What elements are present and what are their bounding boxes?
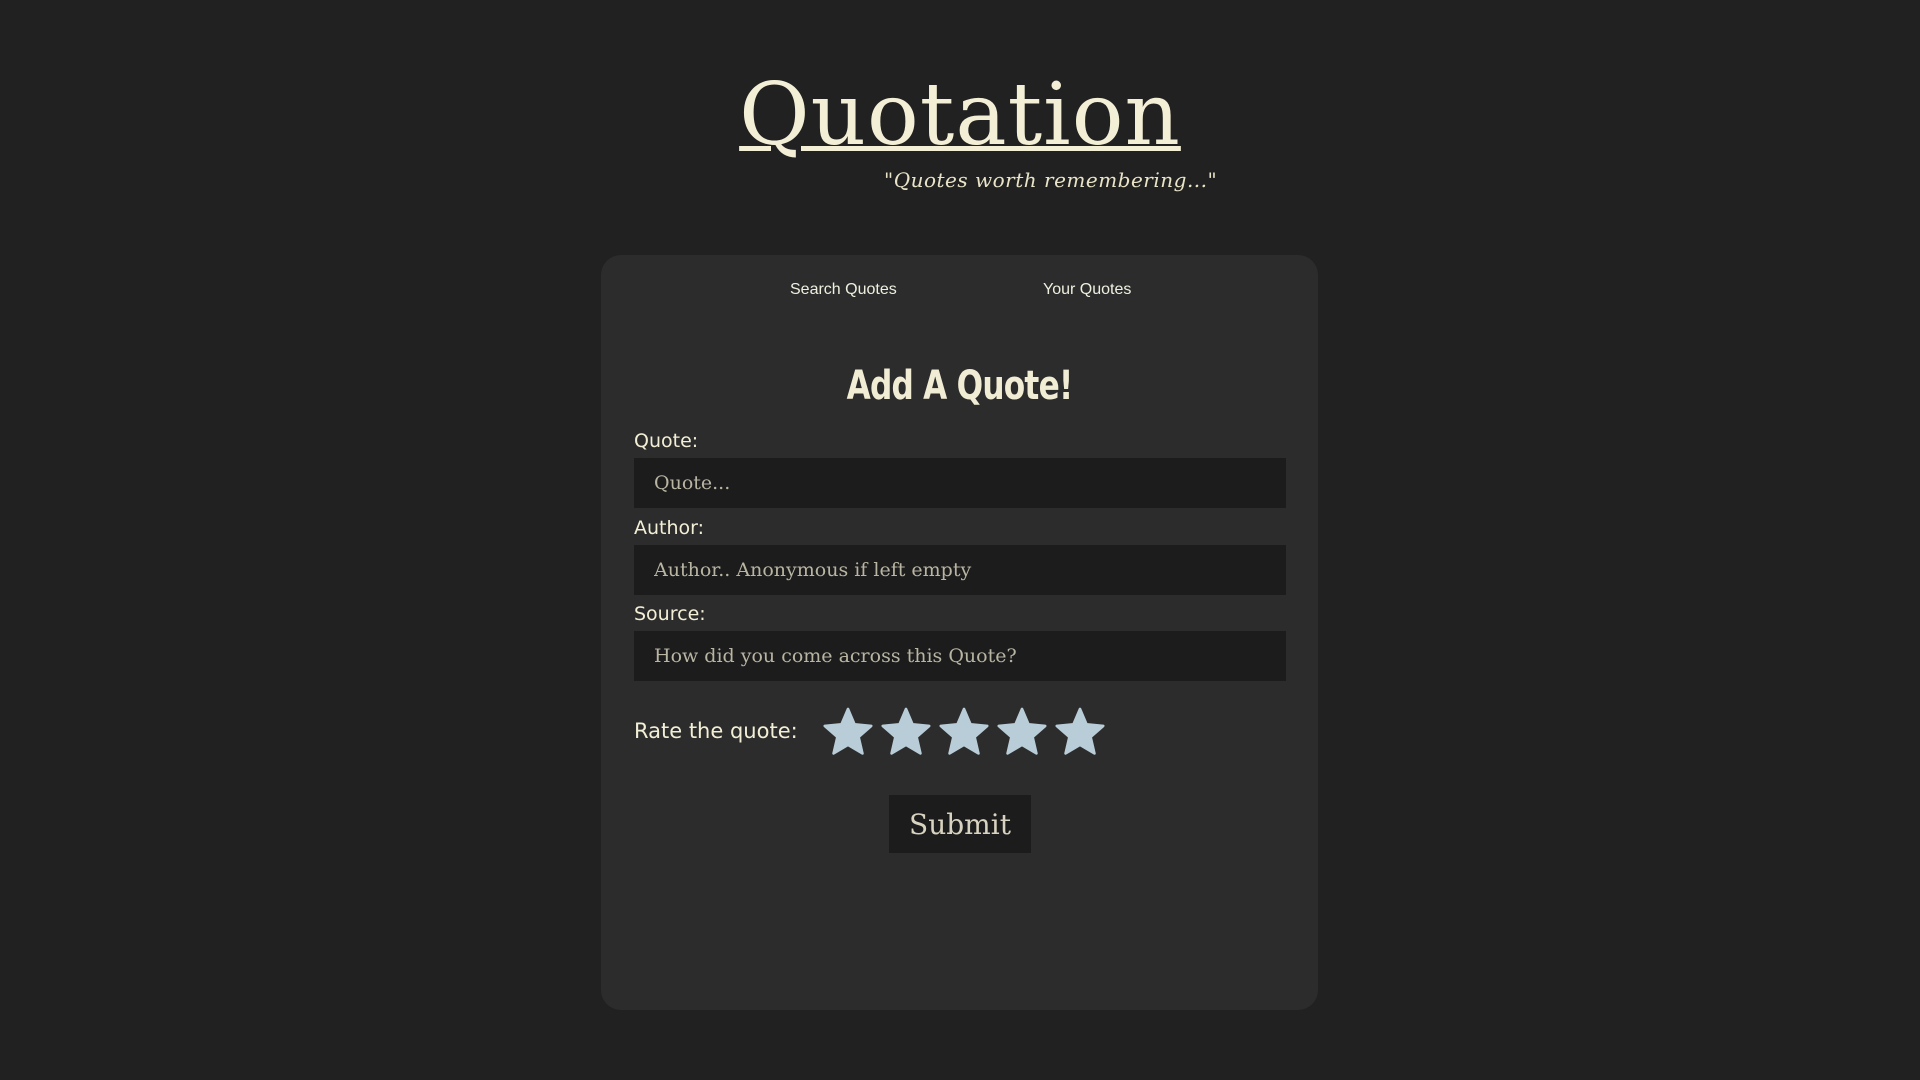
quote-input[interactable] — [634, 458, 1286, 508]
tagline: "Quotes worth remembering..." — [884, 168, 1218, 192]
logo-text[interactable]: Quotation — [739, 65, 1181, 165]
star-icon[interactable] — [879, 705, 933, 759]
logo[interactable]: Quotation — [0, 60, 1920, 170]
rating-label: Rate the quote: — [634, 719, 798, 743]
star-icon[interactable] — [1053, 705, 1107, 759]
source-input[interactable] — [634, 631, 1286, 681]
quote-card: Search Quotes Your Quotes Add A Quote! Q… — [601, 255, 1318, 1010]
source-label: Source: — [634, 603, 706, 625]
rating-row: Rate the quote: — [634, 705, 1286, 761]
form-title: Add A Quote! — [846, 363, 1074, 409]
nav-bar: Search Quotes Your Quotes — [601, 275, 1318, 305]
author-input[interactable] — [634, 545, 1286, 595]
star-icon[interactable] — [995, 705, 1049, 759]
quote-label: Quote: — [634, 430, 699, 452]
nav-search-quotes[interactable]: Search Quotes — [790, 275, 897, 305]
star-icon[interactable] — [937, 705, 991, 759]
submit-button[interactable]: Submit — [889, 795, 1031, 853]
header: Quotation "Quotes worth remembering..." — [0, 0, 1920, 230]
star-icon[interactable] — [821, 705, 875, 759]
author-label: Author: — [634, 517, 705, 539]
nav-your-quotes[interactable]: Your Quotes — [1043, 275, 1131, 305]
